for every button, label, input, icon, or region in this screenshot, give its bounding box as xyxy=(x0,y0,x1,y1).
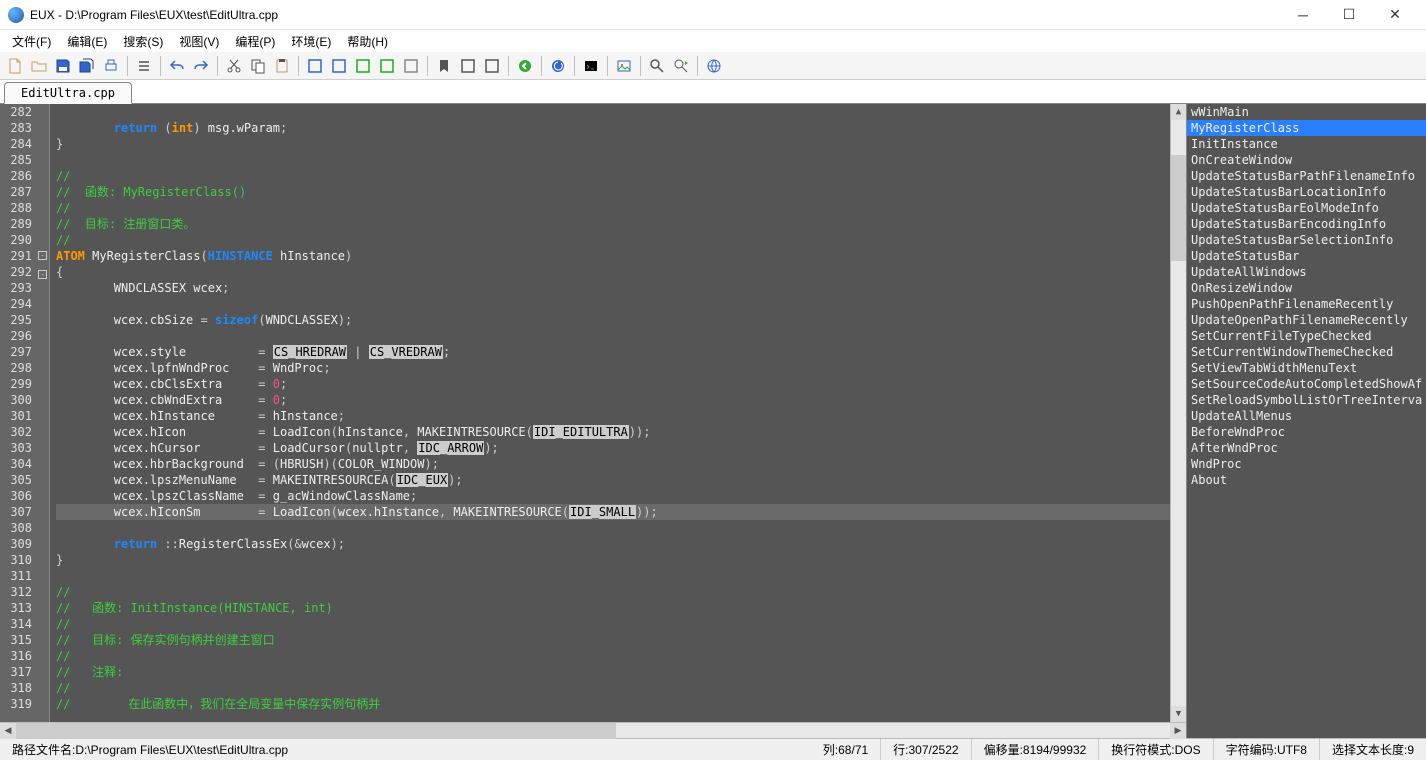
globe-icon[interactable] xyxy=(703,55,725,77)
symbol-item[interactable]: UpdateStatusBarPathFilenameInfo xyxy=(1187,168,1426,184)
copy-icon[interactable] xyxy=(247,55,269,77)
menu-2[interactable]: 搜索(S) xyxy=(115,31,171,52)
menu-6[interactable]: 帮助(H) xyxy=(339,31,396,52)
toolbar xyxy=(0,52,1426,80)
paste-icon[interactable] xyxy=(271,55,293,77)
find-icon[interactable] xyxy=(646,55,668,77)
horizontal-scrollbar[interactable]: ◀ ▶ xyxy=(0,722,1186,738)
scroll-left-icon[interactable]: ◀ xyxy=(0,723,16,739)
symbol-item[interactable]: SetCurrentFileTypeChecked xyxy=(1187,328,1426,344)
sort-desc-icon[interactable] xyxy=(376,55,398,77)
app-icon xyxy=(8,7,24,23)
open-file-icon[interactable] xyxy=(28,55,50,77)
close-button[interactable]: ✕ xyxy=(1372,0,1418,30)
print-icon[interactable] xyxy=(100,55,122,77)
symbol-item[interactable]: UpdateAllMenus xyxy=(1187,408,1426,424)
maximize-button[interactable]: ☐ xyxy=(1326,0,1372,30)
symbol-list-panel[interactable]: wWinMainMyRegisterClassInitInstanceOnCre… xyxy=(1186,104,1426,738)
symbol-item[interactable]: UpdateStatusBarEolModeInfo xyxy=(1187,200,1426,216)
menu-5[interactable]: 环境(E) xyxy=(283,31,339,52)
indent-left-icon[interactable] xyxy=(304,55,326,77)
symbol-item[interactable]: OnCreateWindow xyxy=(1187,152,1426,168)
status-path: 路径文件名:D:\Program Files\EUX\test\EditUltr… xyxy=(0,739,811,760)
fold-column[interactable]: -- xyxy=(36,104,50,722)
status-column: 列:68/71 xyxy=(811,739,881,760)
code-area[interactable]: 2822832842852862872882892902912922932942… xyxy=(0,104,1186,722)
symbol-item[interactable]: OnResizeWindow xyxy=(1187,280,1426,296)
titlebar: EUX - D:\Program Files\EUX\test\EditUltr… xyxy=(0,0,1426,30)
symbol-item[interactable]: SetCurrentWindowThemeChecked xyxy=(1187,344,1426,360)
grid-icon[interactable] xyxy=(400,55,422,77)
save-all-icon[interactable] xyxy=(76,55,98,77)
find-next-icon[interactable] xyxy=(670,55,692,77)
symbol-item[interactable]: UpdateStatusBarLocationInfo xyxy=(1187,184,1426,200)
terminal-icon[interactable] xyxy=(580,55,602,77)
menubar: 文件(F)编辑(E)搜索(S)视图(V)编程(P)环境(E)帮助(H) xyxy=(0,30,1426,52)
status-selection: 选择文本长度:9 xyxy=(1320,739,1426,760)
new-file-icon[interactable] xyxy=(4,55,26,77)
back-icon[interactable] xyxy=(514,55,536,77)
symbol-item[interactable]: InitInstance xyxy=(1187,136,1426,152)
symbol-item[interactable]: SetReloadSymbolListOrTreeInterva xyxy=(1187,392,1426,408)
vscroll-thumb[interactable] xyxy=(1171,155,1186,260)
line-number-gutter: 2822832842852862872882892902912922932942… xyxy=(0,104,36,722)
menu-4[interactable]: 编程(P) xyxy=(227,31,283,52)
menu-0[interactable]: 文件(F) xyxy=(4,31,59,52)
symbol-item[interactable]: UpdateStatusBarEncodingInfo xyxy=(1187,216,1426,232)
refresh-icon[interactable] xyxy=(547,55,569,77)
bookmark-icon[interactable] xyxy=(433,55,455,77)
redo-icon[interactable] xyxy=(190,55,212,77)
list-icon[interactable] xyxy=(133,55,155,77)
prev-bookmark-icon[interactable] xyxy=(457,55,479,77)
symbol-item[interactable]: UpdateOpenPathFilenameRecently xyxy=(1187,312,1426,328)
hscroll-thumb[interactable] xyxy=(16,723,616,739)
symbol-item[interactable]: MyRegisterClass xyxy=(1187,120,1426,136)
status-encoding: 字符编码:UTF8 xyxy=(1214,739,1320,760)
code-text[interactable]: return (int) msg.wParam;} //// 函数: MyReg… xyxy=(50,104,1170,722)
status-offset: 偏移量:8194/99932 xyxy=(972,739,1100,760)
symbol-item[interactable]: About xyxy=(1187,472,1426,488)
image-icon[interactable] xyxy=(613,55,635,77)
scroll-right-icon[interactable]: ▶ xyxy=(1170,723,1186,739)
cut-icon[interactable] xyxy=(223,55,245,77)
save-icon[interactable] xyxy=(52,55,74,77)
editor-panel: 2822832842852862872882892902912922932942… xyxy=(0,104,1186,738)
symbol-item[interactable]: UpdateStatusBarSelectionInfo xyxy=(1187,232,1426,248)
symbol-item[interactable]: WndProc xyxy=(1187,456,1426,472)
scroll-up-icon[interactable]: ▲ xyxy=(1171,104,1186,120)
workspace: 2822832842852862872882892902912922932942… xyxy=(0,104,1426,738)
symbol-item[interactable]: UpdateAllWindows xyxy=(1187,264,1426,280)
symbol-item[interactable]: SetViewTabWidthMenuText xyxy=(1187,360,1426,376)
vertical-scrollbar[interactable]: ▲ ▼ xyxy=(1170,104,1186,722)
symbol-item[interactable]: wWinMain xyxy=(1187,104,1426,120)
symbol-item[interactable]: SetSourceCodeAutoCompletedShowAf xyxy=(1187,376,1426,392)
indent-right-icon[interactable] xyxy=(328,55,350,77)
symbol-item[interactable]: BeforeWndProc xyxy=(1187,424,1426,440)
statusbar: 路径文件名:D:\Program Files\EUX\test\EditUltr… xyxy=(0,738,1426,760)
sort-asc-icon[interactable] xyxy=(352,55,374,77)
minimize-button[interactable]: ─ xyxy=(1280,0,1326,30)
menu-3[interactable]: 视图(V) xyxy=(171,31,227,52)
menu-1[interactable]: 编辑(E) xyxy=(59,31,115,52)
symbol-item[interactable]: UpdateStatusBar xyxy=(1187,248,1426,264)
next-bookmark-icon[interactable] xyxy=(481,55,503,77)
status-eol: 换行符模式:DOS xyxy=(1099,739,1213,760)
symbol-item[interactable]: AfterWndProc xyxy=(1187,440,1426,456)
file-tab[interactable]: EditUltra.cpp xyxy=(4,82,132,104)
tabbar: EditUltra.cpp xyxy=(0,80,1426,104)
symbol-item[interactable]: PushOpenPathFilenameRecently xyxy=(1187,296,1426,312)
undo-icon[interactable] xyxy=(166,55,188,77)
window-title: EUX - D:\Program Files\EUX\test\EditUltr… xyxy=(30,8,1280,22)
status-line: 行:307/2522 xyxy=(881,739,971,760)
scroll-down-icon[interactable]: ▼ xyxy=(1171,706,1186,722)
